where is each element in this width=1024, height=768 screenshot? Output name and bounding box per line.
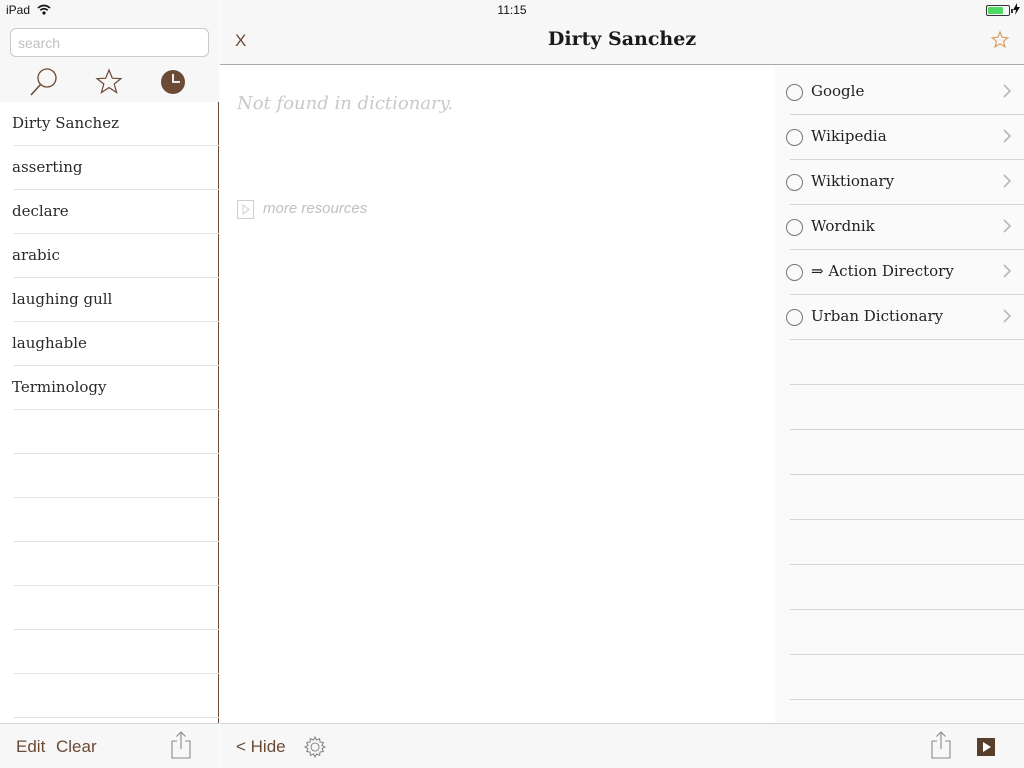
chevron-right-icon (1003, 264, 1012, 278)
share-icon[interactable] (170, 731, 192, 759)
favorite-star-icon[interactable] (990, 30, 1010, 50)
resource-wikipedia[interactable]: Wikipedia (775, 113, 1024, 158)
empty-row (14, 586, 219, 630)
history-item[interactable]: arabic (12, 234, 219, 278)
edit-button[interactable]: Edit (16, 737, 45, 757)
history-item[interactable]: declare (12, 190, 219, 234)
sidebar-toolbar: Edit Clear (0, 723, 219, 768)
play-icon (237, 200, 254, 219)
radio-icon[interactable] (786, 219, 803, 236)
empty-row (14, 410, 219, 454)
resource-wiktionary[interactable]: Wiktionary (775, 158, 1024, 203)
charging-icon (1013, 3, 1020, 15)
bottom-toolbar: < Hide (220, 723, 1024, 768)
radio-icon[interactable] (786, 174, 803, 191)
hide-sidebar-button[interactable]: < Hide (236, 737, 286, 757)
star-icon (95, 68, 123, 94)
main-panel: X Dirty Sanchez Not found in dictionary.… (220, 0, 1024, 768)
radio-icon[interactable] (786, 264, 803, 281)
gear-icon[interactable] (303, 735, 327, 759)
share-icon[interactable] (930, 731, 952, 759)
tab-history[interactable] (157, 66, 189, 98)
empty-row (14, 630, 219, 674)
play-icon[interactable] (976, 737, 996, 757)
clock-icon (161, 70, 185, 94)
history-item[interactable]: laughable (12, 322, 219, 366)
radio-icon[interactable] (786, 129, 803, 146)
empty-row (14, 498, 219, 542)
more-resources-label: more resources (263, 200, 368, 217)
tab-search[interactable] (28, 66, 60, 98)
chevron-right-icon (1003, 84, 1012, 98)
history-item[interactable]: asserting (12, 146, 219, 190)
empty-row (14, 674, 219, 718)
resource-action-directory[interactable]: ⇒ Action Directory (775, 248, 1024, 293)
resource-urban-dictionary[interactable]: Urban Dictionary (775, 293, 1024, 338)
history-item[interactable]: Dirty Sanchez (12, 102, 219, 146)
history-item[interactable]: Terminology (12, 366, 219, 410)
empty-row (14, 542, 219, 586)
clock-time: 11:15 (497, 3, 527, 17)
magnifier-icon (30, 68, 57, 96)
page-title: Dirty Sanchez (547, 28, 697, 50)
battery-level (988, 7, 1003, 14)
clear-button[interactable]: Clear (56, 737, 97, 757)
resource-google[interactable]: Google (775, 68, 1024, 113)
chevron-right-icon (1003, 219, 1012, 233)
radio-icon[interactable] (786, 309, 803, 326)
not-found-message: Not found in dictionary. (237, 93, 454, 114)
empty-row (14, 454, 219, 498)
history-list: Dirty Sanchez asserting declare arabic l… (0, 102, 219, 718)
chevron-right-icon (1003, 174, 1012, 188)
radio-icon[interactable] (786, 84, 803, 101)
chevron-right-icon (1003, 309, 1012, 323)
chevron-right-icon (1003, 129, 1012, 143)
status-bar: iPad 11:15 (0, 0, 1024, 20)
battery-icon (986, 5, 1013, 16)
tab-favorites[interactable] (93, 66, 125, 98)
sidebar: Dirty Sanchez asserting declare arabic l… (0, 0, 219, 768)
search-input[interactable] (10, 28, 209, 57)
resources-panel: Google Wikipedia Wiktionary Wordnik ⇒ Ac… (775, 66, 1024, 723)
resource-wordnik[interactable]: Wordnik (775, 203, 1024, 248)
definition-content: Not found in dictionary. more resources (220, 66, 775, 723)
history-item[interactable]: laughing gull (12, 278, 219, 322)
